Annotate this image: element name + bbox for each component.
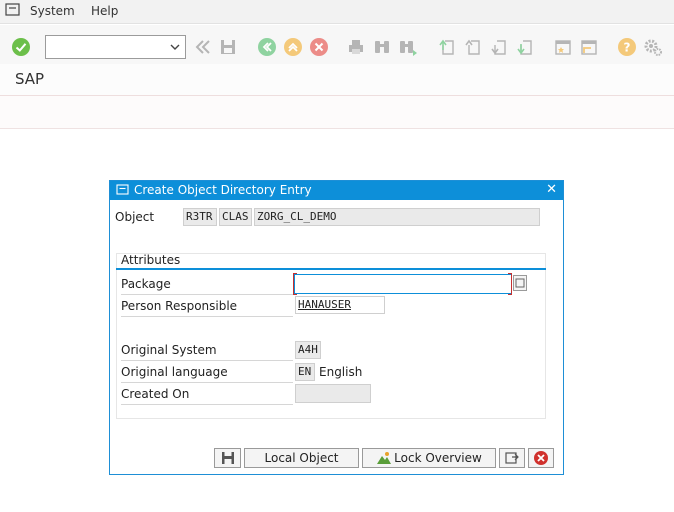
divider (121, 316, 293, 317)
local-object-button[interactable]: Local Object (244, 448, 359, 468)
enter-icon[interactable] (11, 37, 31, 57)
close-icon[interactable]: ✕ (546, 183, 557, 197)
cancel-button[interactable] (528, 448, 554, 468)
required-marker (293, 273, 297, 295)
menu-icon (116, 184, 129, 195)
required-marker (508, 273, 512, 295)
menu-system[interactable]: System (30, 4, 75, 18)
created-on-label: Created On (121, 387, 190, 401)
package-input[interactable] (298, 275, 508, 292)
original-language-code: EN (295, 363, 315, 381)
menu-help[interactable]: Help (91, 4, 118, 18)
help-icon[interactable]: ? (617, 37, 637, 57)
page-title: SAP (15, 70, 45, 88)
settings-icon[interactable] (643, 37, 663, 57)
svg-text:?: ? (624, 41, 631, 55)
original-system-value: A4H (295, 341, 321, 359)
previous-page-icon[interactable] (463, 37, 483, 57)
value-help-icon (515, 278, 525, 288)
save-icon[interactable] (218, 37, 238, 57)
original-language-label: Original language (121, 365, 228, 379)
group-title-underline (116, 268, 546, 270)
application-toolbar (0, 96, 674, 129)
back-icon[interactable] (257, 37, 277, 57)
last-page-icon[interactable] (515, 37, 535, 57)
attributes-group-title: Attributes (121, 253, 181, 267)
lock-overview-button[interactable]: Lock Overview (362, 448, 496, 468)
title-bar (0, 64, 674, 96)
package-label: Package (121, 277, 171, 291)
object-label: Object (115, 210, 155, 224)
dialog-titlebar[interactable]: Create Object Directory Entry ✕ (110, 181, 563, 200)
create-object-directory-dialog: Create Object Directory Entry ✕ Object R… (109, 180, 564, 475)
created-on-value (295, 384, 371, 403)
divider (121, 360, 293, 361)
command-field[interactable] (45, 35, 186, 59)
create-session-icon[interactable] (553, 37, 573, 57)
find-next-icon[interactable] (398, 37, 418, 57)
person-responsible-label: Person Responsible (121, 299, 238, 313)
next-page-icon[interactable] (489, 37, 509, 57)
object-name: ZORG_CL_DEMO (254, 208, 540, 226)
back-nav-icon[interactable] (193, 37, 213, 57)
divider (121, 382, 293, 383)
shortcut-icon[interactable] (579, 37, 599, 57)
transport-button[interactable] (499, 448, 525, 468)
dialog-title: Create Object Directory Entry (134, 183, 312, 197)
print-icon[interactable] (346, 37, 366, 57)
person-responsible-field[interactable]: HANAUSER (295, 296, 385, 314)
command-input[interactable] (49, 37, 167, 57)
find-icon[interactable] (372, 37, 392, 57)
first-page-icon[interactable] (437, 37, 457, 57)
exit-icon[interactable] (283, 37, 303, 57)
value-help-button[interactable] (513, 275, 527, 291)
divider (121, 404, 293, 405)
cancel-icon (534, 451, 548, 465)
person-responsible-value: HANAUSER (298, 298, 351, 311)
mountain-icon (377, 452, 392, 464)
transport-icon (505, 452, 519, 464)
object-pgmid: R3TR (183, 208, 217, 226)
lock-overview-label: Lock Overview (394, 451, 482, 465)
divider (121, 294, 293, 295)
original-language-text: English (319, 365, 363, 379)
package-field[interactable] (294, 274, 512, 294)
chevron-down-icon[interactable] (169, 40, 181, 54)
save-icon (221, 452, 234, 464)
object-type: CLAS (219, 208, 252, 226)
local-object-label: Local Object (264, 451, 339, 465)
original-system-label: Original System (121, 343, 217, 357)
save-button[interactable] (214, 448, 241, 468)
menu-icon[interactable] (5, 3, 21, 17)
cancel-icon[interactable] (309, 37, 329, 57)
